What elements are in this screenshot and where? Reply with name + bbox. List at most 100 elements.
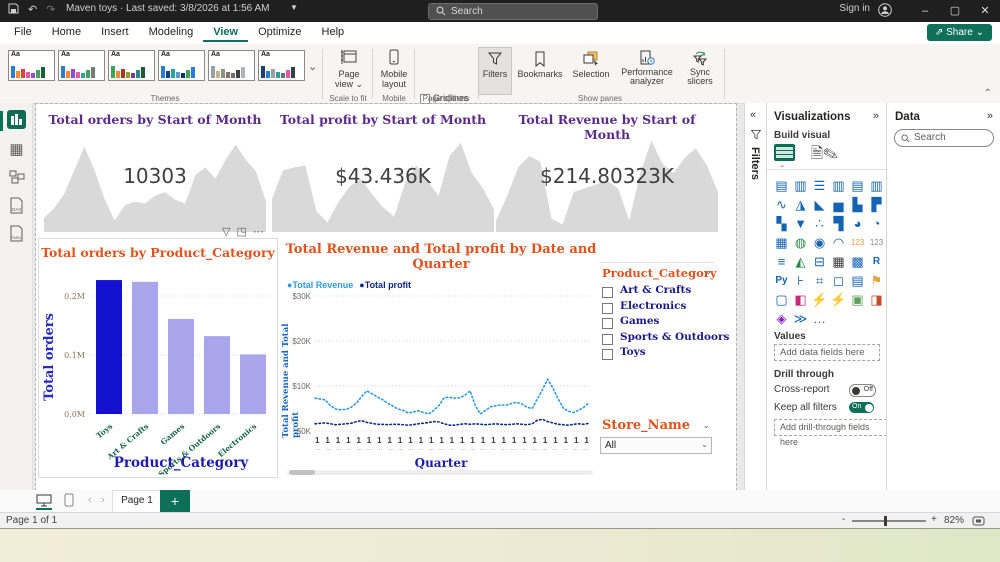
power-automate-icon[interactable]: ⚡ — [811, 291, 828, 308]
collapse-data-icon[interactable]: » — [987, 110, 993, 122]
custom-visual-icon[interactable]: ◨ — [868, 291, 885, 308]
scatter-chart-icon[interactable]: ∴ — [811, 215, 828, 232]
table-view-button[interactable]: ▦ — [8, 141, 25, 158]
checkbox[interactable] — [602, 303, 613, 314]
share-button[interactable]: ⇗ Share ⌄ — [927, 24, 992, 41]
dot-plot-icon[interactable]: ▜ — [830, 215, 847, 232]
slicer-item-art-crafts[interactable]: Art & Crafts — [602, 286, 712, 300]
python-visual-icon[interactable]: Py — [773, 272, 790, 289]
undo-icon[interactable]: ↶ — [28, 3, 37, 16]
filters-pane-button[interactable]: Filters — [478, 47, 512, 95]
kpi-indicator-icon[interactable]: ◭ — [792, 253, 809, 270]
zoom-in-button[interactable]: + — [931, 514, 937, 525]
more-options-icon[interactable]: … — [811, 310, 828, 327]
menu-item-view[interactable]: View — [203, 22, 248, 42]
expand-filters-icon[interactable]: « — [750, 109, 756, 121]
bar-electronics[interactable] — [240, 354, 266, 414]
pie-chart-icon[interactable]: ◕ — [849, 215, 866, 232]
mobile-layout-button[interactable]: Mobile layout — [376, 48, 412, 89]
kpi-card-2[interactable]: Total profit by Start of Month$43.436K — [272, 108, 494, 232]
menu-item-help[interactable]: Help — [312, 22, 355, 40]
stacked-area-chart-icon[interactable]: ◣ — [811, 196, 828, 213]
maximize-button[interactable]: ▢ — [940, 0, 970, 22]
add-data-fields-dropzone[interactable]: Add data fields here — [774, 344, 880, 361]
chevron-down-icon[interactable]: ⌄ — [702, 420, 710, 431]
next-page-icon[interactable]: › — [101, 494, 105, 506]
selection-pane-button[interactable]: Selection — [568, 47, 614, 79]
zoom-out-button[interactable]: - — [842, 514, 845, 525]
slicer-item-games[interactable]: Games — [602, 317, 712, 331]
cross-report-toggle[interactable]: Off — [849, 384, 876, 397]
clustered-bar-chart-icon[interactable]: ☰ — [811, 177, 828, 194]
line-chart-icon[interactable]: ∿ — [773, 196, 790, 213]
close-button[interactable]: ✕ — [970, 0, 1000, 22]
pbi-custom-diamond-icon[interactable]: ◈ — [773, 310, 790, 327]
bar-art-&-crafts[interactable] — [132, 282, 158, 414]
decomposition-tree-icon[interactable]: ⊦ — [792, 272, 809, 289]
bar-chart-visual[interactable]: Total orders by Product_Category0.0M0.1M… — [38, 238, 278, 478]
menu-item-file[interactable]: File — [4, 22, 42, 40]
theme-thumbnail-3[interactable]: Aa — [108, 50, 155, 81]
sign-in-button[interactable]: Sign in — [839, 3, 870, 14]
power-automate-visual-icon[interactable]: ≫ — [792, 310, 809, 327]
line-chart-visual[interactable]: Total Revenue and Total profit by Date a… — [283, 238, 599, 478]
bar-sports-&-outdoors[interactable] — [204, 336, 230, 414]
bar-games[interactable] — [168, 319, 194, 414]
scorecard-icon[interactable]: ⚡ — [830, 291, 847, 308]
gauge-icon[interactable]: ◠ — [830, 234, 847, 251]
menu-item-modeling[interactable]: Modeling — [139, 22, 204, 40]
title-dropdown-icon[interactable]: ▼ — [290, 3, 298, 12]
x-scrollbar-track[interactable] — [287, 470, 593, 475]
new-page-button[interactable]: + — [160, 490, 190, 514]
kpi-card-3[interactable]: Total Revenue by Start of Month$214.8032… — [496, 108, 718, 232]
prev-page-icon[interactable]: ‹ — [88, 494, 92, 506]
performance-analyzer-pane-button[interactable]: Performance analyzer — [616, 47, 678, 86]
ribbon-chart-icon[interactable]: ▛ — [868, 196, 885, 213]
keep-all-filters-toggle[interactable]: On — [849, 402, 874, 413]
qa-visual-icon[interactable]: ◻ — [830, 272, 847, 289]
mobile-view-icon[interactable] — [64, 493, 74, 507]
zoom-slider-thumb[interactable] — [884, 516, 887, 526]
theme-thumbnail-2[interactable]: Aa — [58, 50, 105, 81]
key-influencers-icon[interactable]: ⌗ — [811, 272, 828, 289]
image-icon[interactable]: ▣ — [849, 291, 866, 308]
donut-chart-icon[interactable]: ◔ — [868, 215, 885, 232]
zoom-slider-track[interactable] — [852, 520, 926, 522]
clustered-column-chart-icon[interactable]: ▥ — [830, 177, 847, 194]
chevron-down-icon[interactable]: ⌄ — [704, 266, 712, 277]
slicer-icon[interactable]: ⊟ — [811, 253, 828, 270]
checkbox[interactable] — [602, 349, 613, 360]
themes-expand-icon[interactable]: ⌄ — [308, 60, 317, 73]
menu-item-optimize[interactable]: Optimize — [248, 22, 311, 40]
metrics-icon[interactable]: ⚑ — [868, 272, 885, 289]
slicer-item-toys[interactable]: Toys — [602, 348, 712, 362]
100-stacked-bar-chart-icon[interactable]: ▤ — [849, 177, 866, 194]
funnel-chart-icon[interactable]: ▼ — [792, 215, 809, 232]
bookmarks-pane-button[interactable]: Bookmarks — [514, 47, 566, 79]
dax-query-view-button[interactable]: DAX — [8, 197, 25, 214]
map-icon[interactable]: ◍ — [792, 234, 809, 251]
model-view-button[interactable] — [8, 169, 25, 186]
store-name-slicer[interactable]: Store_Name ⌄ All ⌄ — [600, 418, 714, 458]
stacked-column-chart-icon[interactable]: ▥ — [792, 177, 809, 194]
theme-thumbnail-6[interactable]: Aa — [258, 50, 305, 81]
desktop-view-icon[interactable] — [36, 494, 52, 507]
theme-thumbnail-4[interactable]: Aa — [158, 50, 205, 81]
kpi-card-1[interactable]: Total orders by Start of Month10303 — [44, 108, 266, 232]
checkbox[interactable] — [602, 334, 613, 345]
theme-thumbnail-5[interactable]: Aa — [208, 50, 255, 81]
area-chart-icon[interactable]: ◮ — [792, 196, 809, 213]
account-avatar-icon[interactable] — [878, 3, 892, 20]
fit-to-page-icon[interactable] — [972, 516, 985, 526]
build-visual-tab[interactable] — [774, 144, 795, 161]
redo-icon[interactable]: ↷ — [46, 3, 55, 16]
add-drill-through-fields-dropzone[interactable]: Add drill-through fields here — [774, 419, 887, 436]
100-stacked-column-chart-icon[interactable]: ▥ — [868, 177, 885, 194]
power-apps-icon[interactable]: ◧ — [792, 291, 809, 308]
page-view-button[interactable]: Page view ⌄ — [330, 48, 368, 90]
x-scrollbar-thumb[interactable] — [289, 470, 315, 475]
theme-thumbnail-1[interactable]: Aa — [8, 50, 55, 81]
filled-map-icon[interactable]: ◉ — [811, 234, 828, 251]
slicer-item-electronics[interactable]: Electronics — [602, 302, 712, 316]
treemap-icon[interactable]: ▦ — [773, 234, 790, 251]
